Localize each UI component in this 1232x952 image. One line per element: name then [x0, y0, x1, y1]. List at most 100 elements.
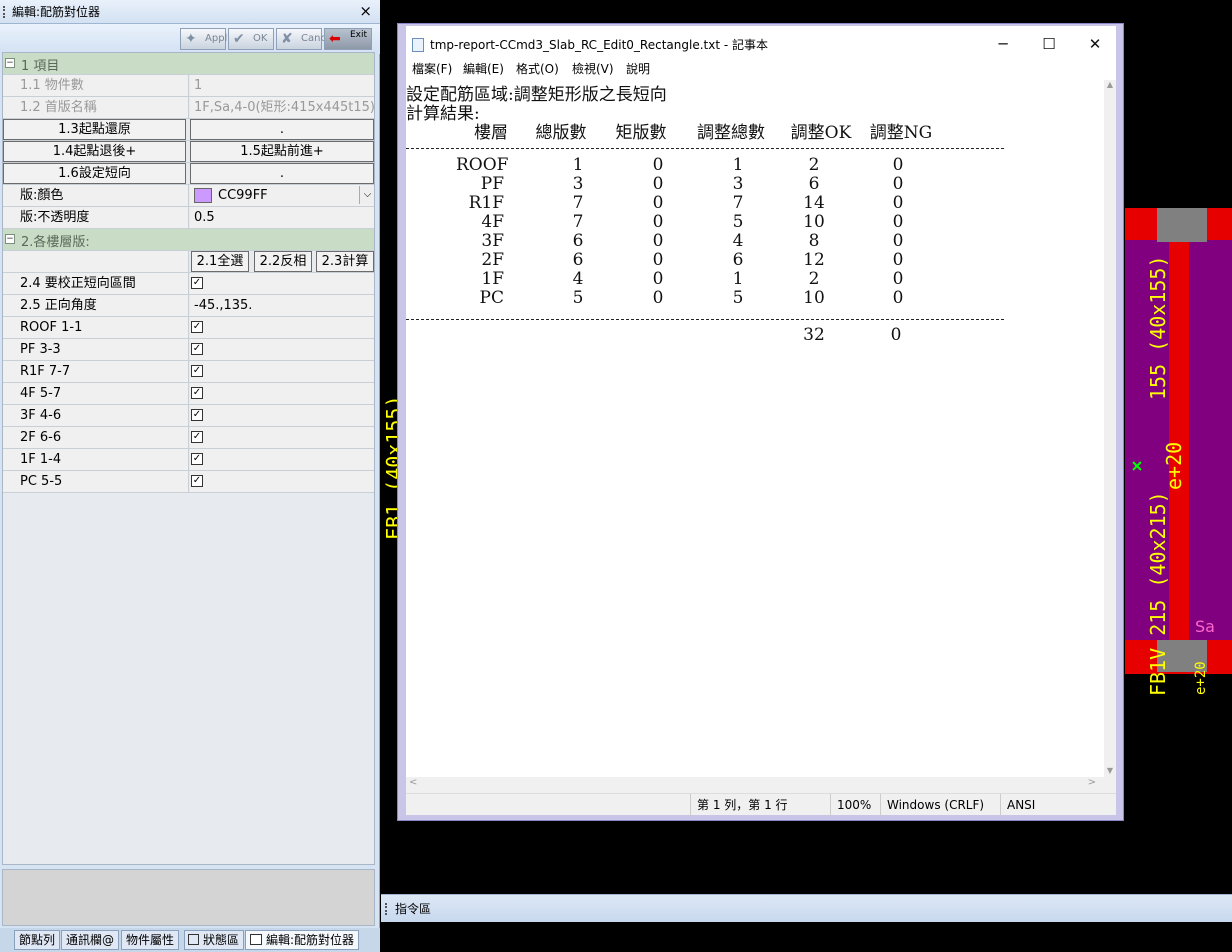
table-cell: 1: [732, 155, 744, 175]
beam-label-small: e+20: [1193, 661, 1209, 695]
floor-checkbox[interactable]: ✓: [191, 409, 203, 421]
command-bar[interactable]: 指令區: [381, 894, 1232, 922]
collapse-icon[interactable]: −: [5, 234, 15, 244]
close-icon[interactable]: ×: [359, 0, 372, 23]
prop-value: [190, 449, 374, 470]
table-cell: 7: [572, 193, 584, 213]
table-cell: 0: [892, 174, 904, 194]
floor-checkbox[interactable]: ✓: [191, 343, 203, 355]
cancel-button[interactable]: ✘ Cancel: [276, 28, 335, 50]
category-2[interactable]: −2.各樓層版:: [3, 229, 374, 251]
collapse-icon[interactable]: −: [5, 58, 15, 68]
scroll-right-icon[interactable]: >: [1088, 777, 1096, 788]
floor-label: R1F 7-7: [3, 361, 189, 382]
color-dropdown[interactable]: CC99FF ⌵: [190, 185, 374, 206]
tab-comms[interactable]: 通訊欄@: [61, 930, 120, 950]
file-icon: [412, 38, 424, 52]
ok-button[interactable]: ✔ OK: [228, 28, 274, 50]
prop-label: 2.5 正向角度: [3, 295, 189, 316]
menu-edit[interactable]: 編輯(E): [463, 58, 504, 80]
prop-value: [190, 339, 374, 360]
table-cell: 10: [803, 212, 825, 232]
floor-checkbox[interactable]: ✓: [191, 475, 203, 487]
status-icon: [188, 934, 199, 945]
dot-button-1[interactable]: .: [190, 119, 374, 140]
select-all-button[interactable]: 2.1全選: [191, 251, 249, 272]
prop-row-color: 版:顏色 CC99FF ⌵: [3, 185, 374, 207]
prop-value: [190, 383, 374, 404]
exit-label: Exit: [349, 30, 367, 40]
dot-button-2[interactable]: .: [190, 163, 374, 184]
prop-value: [190, 427, 374, 448]
menu-format[interactable]: 格式(O): [516, 58, 559, 80]
scroll-left-icon[interactable]: <: [409, 777, 417, 788]
command-label: 指令區: [395, 902, 432, 916]
scroll-down-icon[interactable]: ▼: [1104, 766, 1116, 775]
prop-label: 版:顏色: [3, 185, 189, 206]
table-cell: 7: [572, 212, 584, 232]
table-cell: 6: [572, 250, 584, 270]
table-cell: 2F: [481, 250, 504, 270]
notepad-window[interactable]: tmp-report-CCmd3_Slab_RC_Edit0_Rectangle…: [397, 23, 1124, 821]
apply-button[interactable]: ✦ Apply: [180, 28, 233, 50]
floor-checkbox[interactable]: ✓: [191, 453, 203, 465]
status-bar: 第 1 列，第 1 行 100% Windows (CRLF) ANSI: [406, 793, 1116, 816]
menu-file[interactable]: 檔案(F): [412, 58, 452, 80]
table-cell: 0: [892, 288, 904, 308]
table-cell: 3: [732, 174, 744, 194]
floor-row: 3F 4-6 ✓: [3, 405, 374, 427]
text-area[interactable]: 設定配筋區域:調整矩形版之長短向 計算結果: 樓層 總版數 矩版數 調整總數 調整OK 調…: [406, 80, 1104, 777]
menu-help[interactable]: 說明: [626, 58, 650, 80]
tab-properties[interactable]: 物件屬性: [121, 930, 180, 950]
tab-rebar-aligner[interactable]: 編輯:配筋對位器: [245, 930, 360, 950]
grip-icon[interactable]: [3, 6, 6, 18]
ok-label: OK: [253, 33, 268, 44]
property-grid: −1 項目 1.1 物件數 1 1.2 首版名稱 1F,Sa,4-0(矩形:415x…: [2, 52, 375, 865]
invert-button[interactable]: 2.2反相: [254, 251, 312, 272]
table-cell: PC: [479, 288, 504, 308]
start-back-button[interactable]: 1.4起點退後+: [3, 141, 186, 162]
floor-label: 3F 4-6: [3, 405, 189, 426]
table-cell: 0: [652, 212, 664, 232]
table-cell: R1F: [468, 193, 504, 213]
panel-title-bar: 編輯:配筋對位器 ×: [0, 0, 380, 24]
table-cell: 5: [732, 212, 744, 232]
horizontal-scrollbar[interactable]: < >: [406, 777, 1116, 793]
floor-checkbox[interactable]: ✓: [191, 321, 203, 333]
calculate-button[interactable]: 2.3計算: [316, 251, 374, 272]
table-cell: 6: [808, 174, 820, 194]
tab-status[interactable]: 狀態區: [184, 930, 245, 950]
exit-button[interactable]: ⬅ Exit: [324, 28, 372, 50]
table-cell: 0: [652, 269, 664, 289]
table-cell: 0: [892, 269, 904, 289]
category-1[interactable]: −1 項目: [3, 53, 374, 75]
start-forward-button[interactable]: 1.5起點前進+: [190, 141, 374, 162]
grip-icon[interactable]: [385, 903, 387, 915]
column-header: 調整OK: [790, 123, 852, 143]
table-cell: 7: [732, 193, 744, 213]
restore-start-button[interactable]: 1.3起點還原: [3, 119, 186, 140]
opacity-input[interactable]: 0.5: [190, 207, 374, 228]
total-ng: 0: [890, 325, 902, 345]
panel-tabs: 節點列 通訊欄@ 物件屬性 狀態區 編輯:配筋對位器: [0, 928, 380, 952]
floor-checkbox[interactable]: ✓: [191, 387, 203, 399]
table-cell: 5: [732, 288, 744, 308]
button-row-2: 1.4起點退後+ 1.5起點前進+: [3, 141, 374, 163]
set-short-direction-button[interactable]: 1.6設定短向: [3, 163, 186, 184]
chevron-down-icon[interactable]: ⌵: [359, 186, 374, 204]
floor-checkbox[interactable]: ✓: [191, 431, 203, 443]
scroll-up-icon[interactable]: ▲: [1104, 80, 1116, 89]
table-cell: 0: [652, 250, 664, 270]
angle-input[interactable]: -45.,135.: [190, 295, 374, 316]
table-cell: 0: [652, 155, 664, 175]
column-header: 調整NG: [869, 123, 933, 143]
prop-label: 1.1 物件數: [3, 75, 189, 96]
prop-value: [190, 317, 374, 338]
menu-view[interactable]: 檢視(V): [572, 58, 614, 80]
fix-checkbox[interactable]: ✓: [191, 277, 203, 289]
apply-icon: ✦: [185, 31, 197, 47]
table-cell: 10: [803, 288, 825, 308]
vertical-scrollbar[interactable]: ▲ ▼: [1104, 80, 1116, 777]
tab-nodes[interactable]: 節點列: [14, 930, 61, 950]
floor-checkbox[interactable]: ✓: [191, 365, 203, 377]
